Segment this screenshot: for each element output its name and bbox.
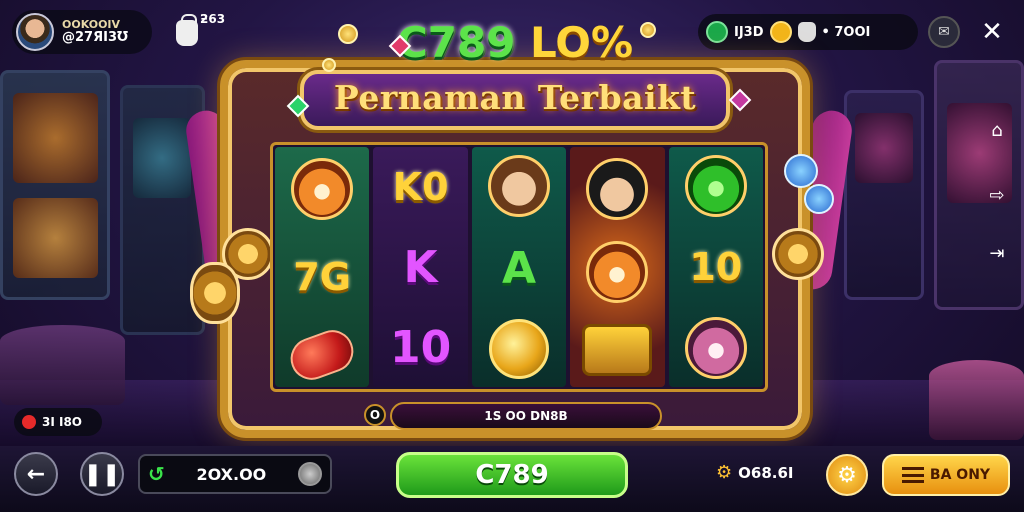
symbol-k0: K0 [392,165,449,209]
frame-ornament [772,228,824,280]
game-subtitle: Pernaman Terbaikt [333,78,697,117]
fox-symbol-icon [586,240,649,303]
balance-value: O68.6I [738,463,794,482]
arrow-right-icon[interactable]: ⇨ [982,180,1012,210]
red-capsule-symbol-icon [284,324,360,386]
currency-bar[interactable]: ӀЈ3D • 7OOI [698,14,918,50]
bet-selector[interactable]: ↺ 2OX.OO [138,454,332,494]
home-icon[interactable]: ⌂ [982,115,1012,145]
background-slot-cabinet [844,90,924,300]
reel-1: 7G [275,147,370,387]
player-profile[interactable]: OOKOOIV @27ЯI3Ʊ [12,10,152,54]
gold-coin-symbol-icon [488,319,549,379]
credits-value: • 7OOI [821,24,871,40]
spin-button[interactable]: C789 [396,452,628,498]
reel-grid[interactable]: 7G K0 K 10 A 10 [270,142,768,392]
man-symbol-icon [586,157,649,220]
symbol-k: K [403,241,438,293]
heart-icon [22,415,36,429]
pause-button[interactable]: ❚❚ [80,452,124,496]
arrow-left-icon: ← [26,461,46,487]
chip-icon [784,154,818,188]
reel-3: A [471,147,567,387]
green-cat-symbol-icon [684,154,747,217]
buy-button[interactable]: BA ONY [882,454,1010,496]
background-slot-cabinet [0,70,110,300]
close-icon[interactable]: ✕ [976,16,1008,48]
pink-cat-symbol-icon [684,317,747,380]
lives-badge[interactable]: 3I I8O [14,408,102,436]
win-count: O [364,404,386,426]
gear-coin-icon: ⚙ [716,462,733,483]
tiger-symbol-icon [291,158,354,220]
logo-main-text: C789 [396,18,531,67]
treasure-chest-symbol-icon [582,324,653,377]
bearded-man-symbol-icon [487,155,550,217]
player-balance: @27ЯI3Ʊ [62,29,129,45]
background-table [929,360,1024,440]
symbol-10-gold: 10 [689,244,743,289]
mail-icon[interactable]: ✉ [928,16,960,48]
avatar [16,13,54,51]
reel-2: K0 K 10 [373,147,468,387]
symbol-7g: 7G [293,255,351,299]
gear-icon: ⚙ [837,462,857,488]
symbol-10: 10 [389,321,452,373]
money-bag-icon [797,22,816,42]
refresh-icon[interactable]: ↺ [148,462,165,486]
flying-coin-icon [640,22,656,38]
back-button[interactable]: ← [14,452,58,496]
flying-coin-icon [338,24,358,44]
win-display: 1S OO DN8B [390,402,662,430]
game-screen: OOKOOIV @27ЯI3Ʊ ƻ63 ӀЈ3D • 7OOI ✉ ✕ ⌂ ⇨ … [0,0,1024,512]
balance-display: ⚙ O68.6I [716,462,793,483]
lives-value: 3I I8O [42,415,83,429]
chip-icon [804,184,834,214]
buy-label: BA ONY [929,467,991,483]
stack-icon [901,467,924,483]
symbol-a: A [501,242,537,294]
background-table [0,325,125,405]
gold-coin-icon [769,21,792,43]
share-icon[interactable]: ⇥ [982,238,1012,268]
settings-button[interactable]: ⚙ [826,454,868,496]
reel-4 [570,147,665,387]
bag-icon[interactable] [176,14,198,46]
bag-count: ƻ63 [200,12,226,26]
reel-5: 10 [668,147,763,387]
game-logo: C789 LO% [300,18,730,67]
gingerbread-mascot-icon [190,262,240,324]
gems-value: ӀЈ3D [734,24,764,40]
coin-icon[interactable] [297,462,322,486]
logo-suffix-text: LO% [530,18,634,67]
pause-icon: ❚❚ [83,461,121,487]
flying-coin-icon [322,58,336,72]
bet-value: 2OX.OO [196,464,267,484]
